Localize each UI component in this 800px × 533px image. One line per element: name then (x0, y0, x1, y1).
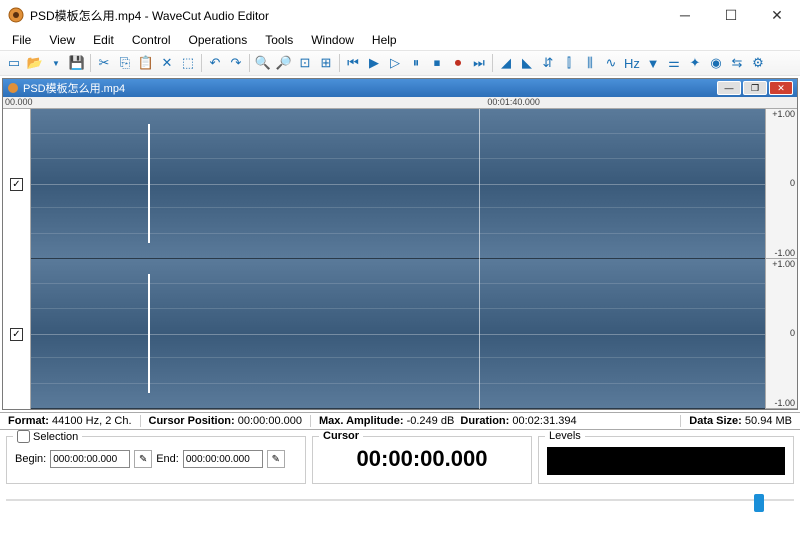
begin-input[interactable] (50, 450, 130, 468)
channel-2-checkbox[interactable]: ✓ (10, 328, 23, 341)
normalize-icon[interactable]: ⫿ (559, 53, 579, 73)
status-cursor: Cursor Position: 00:00:00.000 (141, 415, 311, 427)
mixer-icon[interactable]: ⚌ (664, 53, 684, 73)
status-size: Data Size: 50.94 MB (681, 415, 800, 427)
window-titlebar: PSD模板怎么用.mp4 - WaveCut Audio Editor ─ ☐ … (0, 0, 800, 30)
doc-maximize-button[interactable]: ❐ (743, 81, 767, 95)
pitch-icon[interactable]: Hz (622, 53, 642, 73)
cut-icon[interactable]: ✂ (94, 53, 114, 73)
doc-close-button[interactable]: ✕ (769, 81, 793, 95)
toolbar: ▭ 📂 ▼ 💾 ✂ ⎘ 📋 ✕ ⬚ ↶ ↷ 🔍 🔎 ⊡ ⊞ ⏮ ▶ ▷ ⏸ ⏹ … (0, 50, 800, 76)
zoom-slider[interactable] (6, 492, 794, 508)
end-picker-icon[interactable]: ✎ (267, 450, 285, 468)
time-marker: 00:01:40.000 (487, 97, 540, 107)
bottom-panels: Selection Begin: ✎ End: ✎ Cursor 00:00:0… (0, 430, 800, 490)
reverb-icon[interactable]: ◉ (706, 53, 726, 73)
selection-panel: Selection Begin: ✎ End: ✎ (6, 436, 306, 484)
separator (339, 54, 340, 72)
play-loop-icon[interactable]: ▷ (385, 53, 405, 73)
filter-icon[interactable]: ▼ (643, 53, 663, 73)
delete-icon[interactable]: ✕ (157, 53, 177, 73)
status-amplitude-duration: Max. Amplitude: -0.249 dB Duration: 00:0… (311, 415, 681, 427)
equalizer-icon[interactable]: ⫼ (580, 53, 600, 73)
zoom-in-icon[interactable]: 🔍 (253, 53, 273, 73)
time-marker: 00.000 (5, 97, 33, 107)
new-icon[interactable]: ▭ (4, 53, 24, 73)
app-icon (8, 7, 24, 23)
separator (249, 54, 250, 72)
amplitude-scale: +1.00 0 -1.00 (765, 259, 797, 409)
waveform-area: ✓ ✓ +1.00 0 -1.00 +1.00 0 -1.00 (3, 109, 797, 409)
playhead-cursor[interactable] (479, 109, 480, 409)
cursor-time-display: 00:00:00.000 (357, 446, 488, 472)
timeline-ruler[interactable]: 00.000 00:01:40.000 (3, 97, 797, 109)
wave-icon[interactable]: ∿ (601, 53, 621, 73)
cursor-panel: Cursor 00:00:00.000 (312, 436, 532, 484)
levels-meter (547, 447, 785, 475)
separator (492, 54, 493, 72)
menu-operations[interactable]: Operations (181, 31, 256, 49)
minimize-button[interactable]: ─ (662, 0, 708, 30)
menu-help[interactable]: Help (364, 31, 405, 49)
menu-file[interactable]: File (4, 31, 39, 49)
compress-icon[interactable]: ⇆ (727, 53, 747, 73)
doc-icon (7, 82, 19, 94)
redo-icon[interactable]: ↷ (226, 53, 246, 73)
slider-thumb[interactable] (754, 494, 764, 512)
open-icon[interactable]: 📂 (25, 53, 45, 73)
window-title: PSD模板怎么用.mp4 - WaveCut Audio Editor (30, 7, 662, 24)
amplitude-scale: +1.00 0 -1.00 (765, 109, 797, 259)
document-title: PSD模板怎么用.mp4 (23, 80, 717, 96)
status-format: Format: 44100 Hz, 2 Ch. (0, 415, 141, 427)
save-icon[interactable]: 💾 (67, 53, 87, 73)
begin-picker-icon[interactable]: ✎ (134, 450, 152, 468)
menubar: File View Edit Control Operations Tools … (0, 30, 800, 50)
dropdown-icon[interactable]: ▼ (46, 53, 66, 73)
menu-window[interactable]: Window (303, 31, 362, 49)
record-icon[interactable]: ⏺ (448, 53, 468, 73)
play-icon[interactable]: ▶ (364, 53, 384, 73)
crop-icon[interactable]: ⬚ (178, 53, 198, 73)
fade-in-icon[interactable]: ◢ (496, 53, 516, 73)
copy-icon[interactable]: ⎘ (115, 53, 135, 73)
channel-1-checkbox[interactable]: ✓ (10, 178, 23, 191)
separator (201, 54, 202, 72)
waveform-tracks[interactable] (31, 109, 765, 409)
amplify-icon[interactable]: ⇵ (538, 53, 558, 73)
skip-end-icon[interactable]: ⏭ (469, 53, 489, 73)
waveform-channel-1[interactable] (31, 109, 765, 259)
undo-icon[interactable]: ↶ (205, 53, 225, 73)
close-button[interactable]: ✕ (754, 0, 800, 30)
fade-out-icon[interactable]: ◣ (517, 53, 537, 73)
begin-label: Begin: (15, 453, 46, 465)
effect-icon[interactable]: ✦ (685, 53, 705, 73)
pause-icon[interactable]: ⏸ (406, 53, 426, 73)
levels-panel: Levels (538, 436, 794, 484)
maximize-button[interactable]: ☐ (708, 0, 754, 30)
menu-tools[interactable]: Tools (257, 31, 301, 49)
document-header: PSD模板怎么用.mp4 — ❐ ✕ (3, 79, 797, 97)
stop-icon[interactable]: ⏹ (427, 53, 447, 73)
waveform-channel-2[interactable] (31, 259, 765, 409)
skip-start-icon[interactable]: ⏮ (343, 53, 363, 73)
status-bar: Format: 44100 Hz, 2 Ch. Cursor Position:… (0, 412, 800, 430)
audio-spike (148, 274, 150, 393)
menu-control[interactable]: Control (124, 31, 179, 49)
paste-icon[interactable]: 📋 (136, 53, 156, 73)
zoom-fit-icon[interactable]: ⊡ (295, 53, 315, 73)
document-window: PSD模板怎么用.mp4 — ❐ ✕ 00.000 00:01:40.000 ✓… (2, 78, 798, 410)
end-label: End: (156, 453, 179, 465)
doc-minimize-button[interactable]: — (717, 81, 741, 95)
separator (90, 54, 91, 72)
settings-icon[interactable]: ⚙ (748, 53, 768, 73)
selection-checkbox[interactable] (17, 430, 30, 443)
zoom-out-icon[interactable]: 🔎 (274, 53, 294, 73)
menu-edit[interactable]: Edit (85, 31, 122, 49)
end-input[interactable] (183, 450, 263, 468)
menu-view[interactable]: View (41, 31, 83, 49)
audio-spike (148, 124, 150, 243)
zoom-sel-icon[interactable]: ⊞ (316, 53, 336, 73)
